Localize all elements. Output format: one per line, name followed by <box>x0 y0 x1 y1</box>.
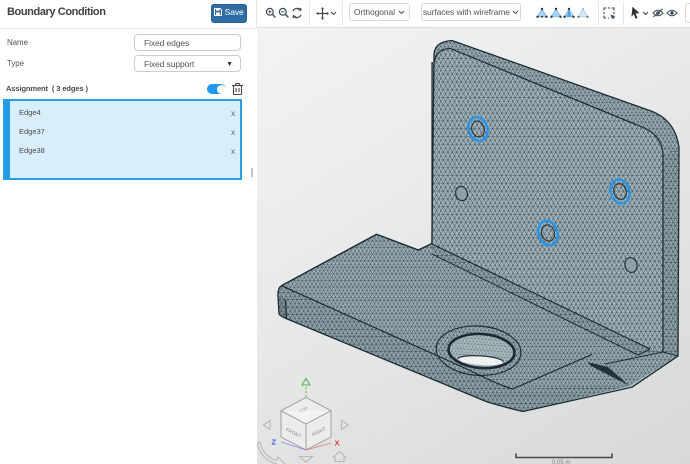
svg-text:Z: Z <box>272 438 277 447</box>
svg-text:0.05 m: 0.05 m <box>552 460 570 464</box>
svg-text:X: X <box>335 439 340 448</box>
